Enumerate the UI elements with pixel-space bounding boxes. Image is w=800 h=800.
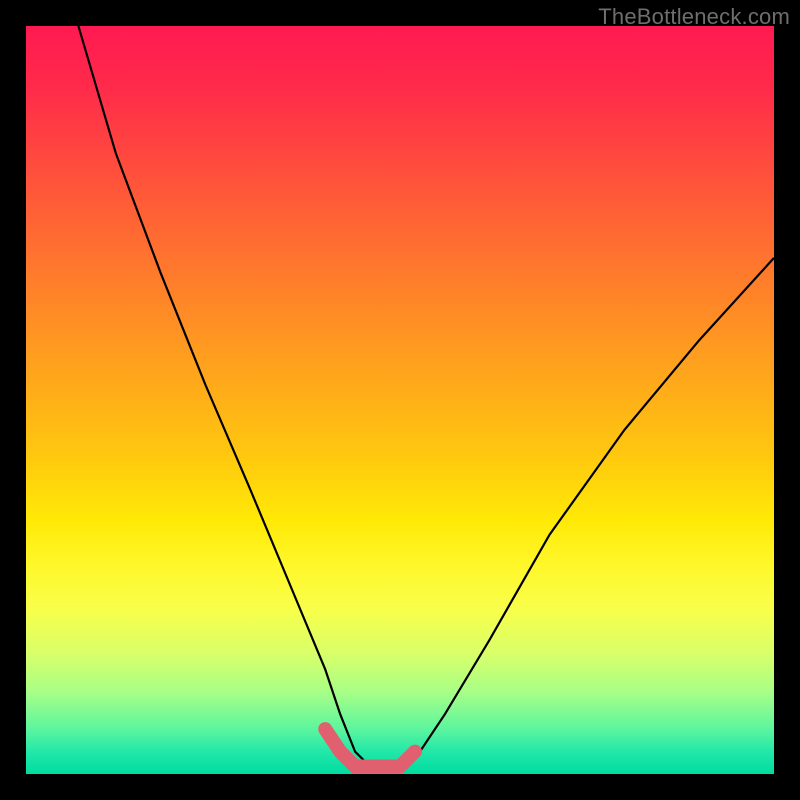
chart-plot-area — [26, 26, 774, 774]
chart-frame: TheBottleneck.com — [0, 0, 800, 800]
bottom-highlight — [325, 729, 415, 766]
primary-curve — [78, 26, 774, 767]
chart-svg — [26, 26, 774, 774]
watermark-label: TheBottleneck.com — [598, 4, 790, 30]
